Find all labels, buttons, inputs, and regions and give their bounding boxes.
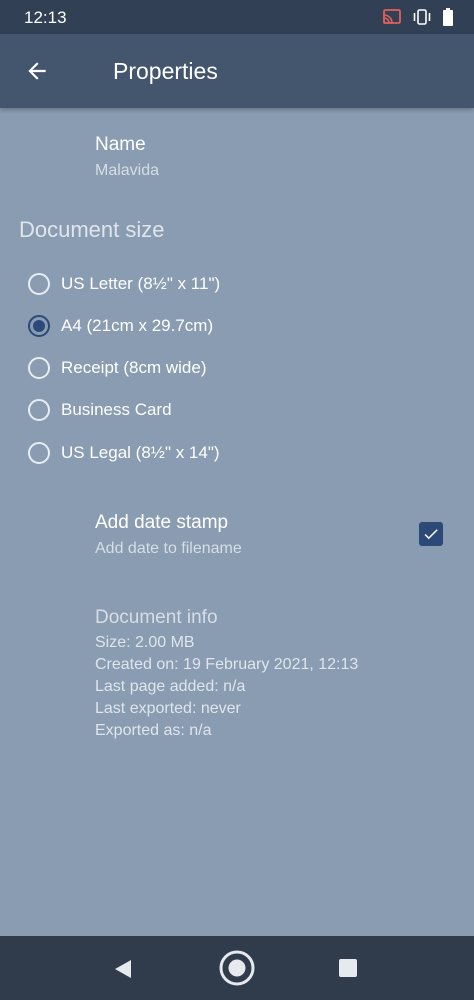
radio-button[interactable] (28, 357, 50, 379)
nav-home-icon[interactable] (218, 949, 256, 987)
date-stamp-checkbox[interactable] (419, 522, 443, 546)
battery-icon (442, 8, 454, 31)
info-last-exported: Last exported: never (95, 700, 241, 717)
page-title: Properties (113, 58, 218, 84)
radio-button-selected[interactable] (28, 315, 50, 337)
checkmark-icon (424, 529, 438, 540)
back-button[interactable] (20, 54, 54, 88)
radio-a4[interactable]: A4 (21cm x 29.7cm) (28, 311, 213, 341)
radio-button[interactable] (28, 399, 50, 421)
radio-label: US Letter (8½" x 11") (61, 274, 221, 293)
radio-label: Receipt (8cm wide) (61, 358, 207, 377)
status-bar: 12:13 (0, 0, 474, 34)
radio-receipt[interactable]: Receipt (8cm wide) (28, 353, 207, 383)
radio-us-letter[interactable]: US Letter (8½" x 11") (28, 269, 220, 299)
radio-label: Business Card (61, 400, 172, 419)
status-time: 12:13 (24, 8, 67, 27)
document-info-title: Document info (95, 607, 218, 628)
document-size-title: Document size (19, 217, 165, 242)
cast-icon (382, 9, 402, 30)
radio-label: US Legal (8½" x 14") (61, 443, 220, 462)
info-created: Created on: 19 February 2021, 12:13 (95, 656, 359, 673)
info-size: Size: 2.00 MB (95, 634, 195, 651)
app-bar: Properties (0, 34, 474, 108)
name-label: Name (95, 134, 146, 155)
radio-button[interactable] (28, 442, 50, 464)
radio-dot (33, 320, 45, 332)
radio-label: A4 (21cm x 29.7cm) (61, 316, 214, 335)
nav-back-icon[interactable] (112, 958, 134, 980)
status-icons (382, 8, 454, 31)
radio-business-card[interactable]: Business Card (28, 395, 172, 425)
radio-us-legal[interactable]: US Legal (8½" x 14") (28, 438, 220, 468)
radio-button[interactable] (28, 273, 50, 295)
arrow-back-icon (28, 62, 46, 80)
date-stamp-title: Add date stamp (95, 512, 229, 533)
nav-recents-icon[interactable] (339, 959, 357, 977)
info-exported-as: Exported as: n/a (95, 722, 212, 739)
vibrate-icon (412, 9, 432, 30)
date-stamp-subtitle: Add date to filename (95, 540, 242, 557)
info-last-page: Last page added: n/a (95, 678, 246, 695)
name-value: Malavida (95, 162, 160, 179)
navigation-bar (0, 936, 474, 1000)
